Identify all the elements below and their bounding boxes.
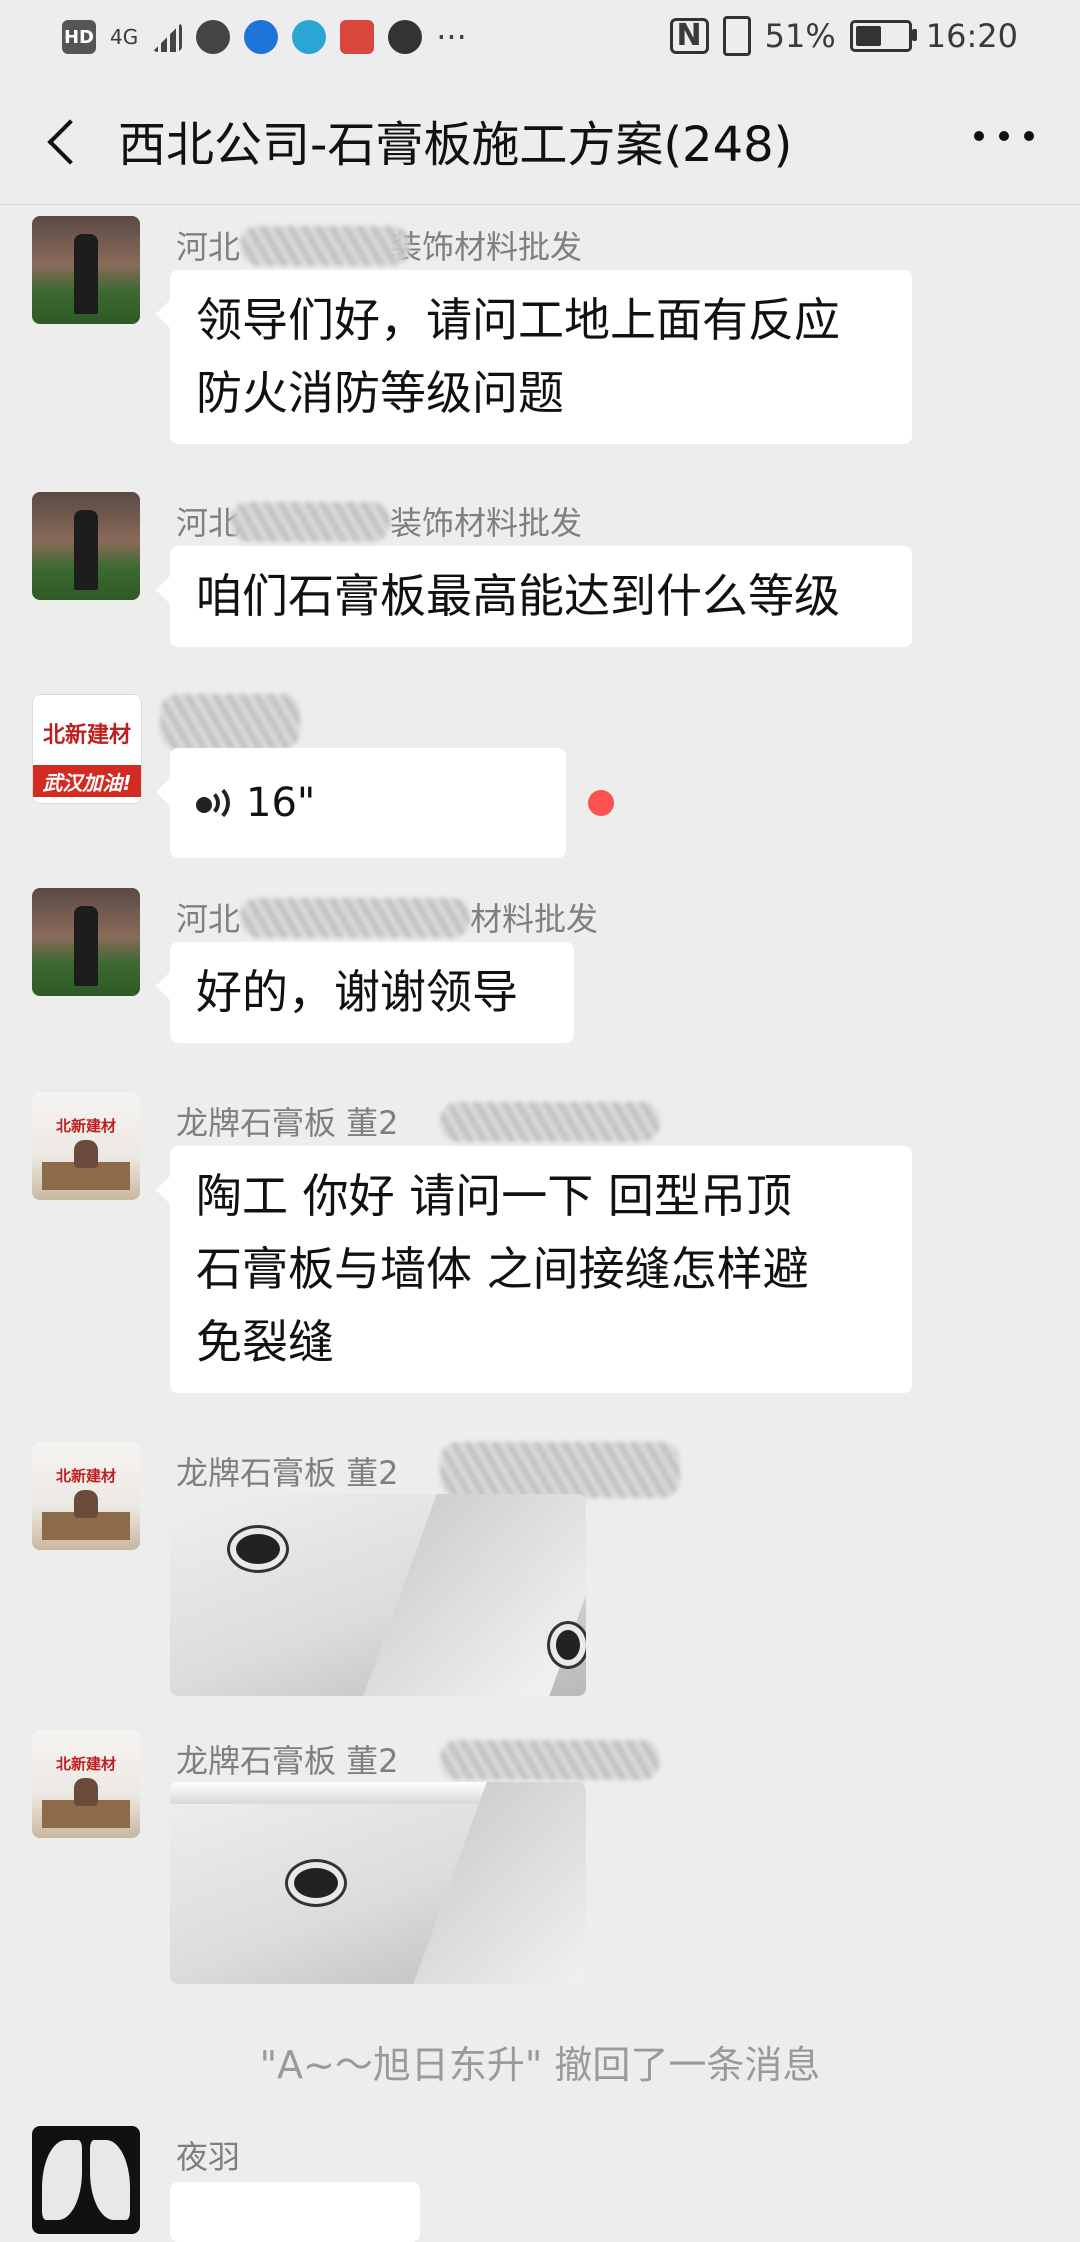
vibrate-icon [722,16,751,56]
message-bubble[interactable]: 陶工 你好 请问一下 回型吊顶 石膏板与墙体 之间接缝怎样避 免裂缝 [156,1146,912,1393]
message-bubble[interactable]: 领导们好，请问工地上面有反应 防火消防等级问题 [156,270,912,444]
battery-fill [855,26,882,46]
clock: 16:20 [925,17,1018,55]
message-line: 领导们好，请问工地上面有反应 [196,293,840,347]
chat-title: 西北公司-石膏板施工方案(248) [118,117,793,173]
avatar[interactable] [32,2126,140,2234]
image-message[interactable] [170,1494,586,1696]
status-bar: HD 4G ··· N 51% 16:20 [0,0,1080,76]
chat-header: 西北公司-石膏板施工方案(248) [0,76,1080,205]
book-icon [340,20,375,54]
signal-icon [152,22,183,52]
unread-dot-icon [588,790,614,816]
blurred-name [230,502,390,542]
status-left-icons: HD 4G ··· [62,18,467,56]
voice-wave-icon [196,783,230,823]
avatar-logo-text: 北新建材 [42,723,131,748]
hand-icon [388,20,423,54]
network-label: 4G [110,25,139,49]
voice-duration: 16" [246,779,316,826]
avatar[interactable] [32,216,140,324]
avatar[interactable]: 北新建材 [32,1730,140,1838]
blurred-name [240,898,470,938]
back-icon[interactable] [44,120,84,160]
hd-icon: HD [62,20,96,54]
browser-icon [244,20,279,54]
avatar[interactable]: 北新建材 [32,1092,140,1200]
battery-icon [849,20,917,52]
image-message[interactable] [170,1782,586,1984]
avatar[interactable] [32,492,140,600]
nfc-icon: N [669,18,709,54]
downlight-icon [230,1528,286,1570]
recall-notice: "A~～旭日东升" 撤回了一条消息 [259,2043,821,2087]
message-line: 免裂缝 [196,1315,334,1369]
blurred-phone [440,1102,660,1142]
downlight-icon [550,1624,586,1666]
message-line: 石膏板与墙体 之间接缝怎样避 [196,1242,809,1296]
avatar-sign-text: 北新建材 [55,1754,116,1773]
blurred-name [240,226,410,266]
blurred-name [160,694,300,750]
message-line: 防火消防等级问题 [196,366,564,420]
avatar-sign-text: 北新建材 [55,1466,116,1485]
more-notifications-icon: ··· [436,18,467,56]
chat-bubble-icon [196,20,231,54]
battery-percent: 51% [764,17,836,55]
sender-name: 夜羽 [176,2138,241,2176]
message-bubble[interactable] [170,2182,420,2242]
sender-name: 龙牌石膏板 董2 [176,1104,399,1142]
message-bubble[interactable]: 咱们石膏板最高能达到什么等级 [156,546,912,647]
avatar[interactable]: 北新建材 武汉加油! [32,694,142,804]
sender-name: 龙牌石膏板 董2 [176,1742,399,1780]
status-right-icons: N 51% 16:20 [669,16,1018,56]
downlight-icon [288,1862,344,1904]
message-bubble[interactable]: 好的，谢谢领导 [156,942,574,1043]
blurred-phone [440,1740,660,1780]
message-line: 陶工 你好 请问一下 回型吊顶 [196,1169,792,1223]
avatar[interactable] [32,888,140,996]
sender-name: 龙牌石膏板 董2 [176,1454,399,1492]
avatar-banner-text: 武汉加油! [33,765,141,797]
avatar-sign-text: 北新建材 [55,1116,116,1135]
message-line: 咱们石膏板最高能达到什么等级 [196,569,840,623]
cloud-icon [292,20,327,54]
voice-message-bubble[interactable]: 16" [156,748,566,858]
blurred-phone [440,1442,680,1498]
avatar[interactable]: 北新建材 [32,1442,140,1550]
more-options-icon[interactable] [974,116,1034,156]
message-line: 好的，谢谢领导 [196,965,518,1019]
